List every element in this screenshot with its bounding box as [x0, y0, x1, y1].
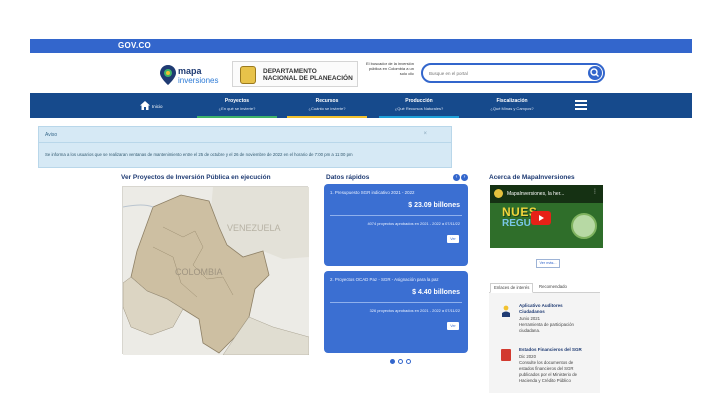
card-subtitle: 4074 proyectos aprobados en 2021 - 2022 …: [367, 221, 460, 226]
card-title: 2. Proyectos OCAD Paz - SGR - Asignación…: [330, 277, 439, 282]
brand-text-mapa: mapa: [178, 66, 202, 76]
datos-rapidos-title: Datos rápidos: [326, 174, 370, 181]
search-input[interactable]: [429, 68, 579, 79]
card-ver-button[interactable]: Ver: [447, 322, 459, 330]
map-label-venezuela: VENEZUELA: [227, 223, 281, 233]
carousel-prev-button[interactable]: ‹: [453, 174, 460, 181]
nav-underline: [287, 116, 367, 118]
carousel-dot-1[interactable]: [390, 359, 395, 364]
carousel-dot-3[interactable]: [406, 359, 411, 364]
nav-item-produccion[interactable]: Producción ¿Qué Recursos Naturales?: [379, 97, 459, 118]
hamburger-menu-icon[interactable]: [575, 100, 587, 110]
dnp-text-line1: DEPARTAMENTO: [263, 68, 317, 75]
carousel-next-button[interactable]: ›: [461, 174, 468, 181]
nav-subtitle: ¿Qué Minas y Campos?: [490, 106, 534, 111]
card-divider: [330, 215, 462, 216]
map-label-colombia: COLOMBIA: [175, 267, 223, 277]
card-divider: [330, 302, 462, 303]
brand-text-inversiones: inversiones: [178, 76, 219, 85]
main-nav: Inicio Proyectos ¿En qué se invierte? Re…: [30, 93, 692, 118]
card-ver-button[interactable]: Ver: [447, 235, 459, 243]
search-box: [421, 63, 605, 83]
gov-co-logo[interactable]: GOV.CO: [118, 41, 151, 50]
nav-item-recursos[interactable]: Recursos ¿Cuánto se invierte?: [287, 97, 367, 118]
projects-map[interactable]: VENEZUELA COLOMBIA: [122, 186, 310, 356]
tab-recomendado[interactable]: Recomendado: [536, 283, 570, 290]
card-title: 1. Presupuesto SGR indicativo 2021 - 202…: [330, 190, 415, 195]
link-title[interactable]: Estados Financieros del SGR: [519, 347, 582, 353]
card-value: $ 4.40 billones: [412, 289, 460, 296]
nav-underline: [197, 116, 277, 118]
coat-of-arms-icon: [240, 66, 256, 84]
alert-title: Aviso: [45, 132, 58, 138]
search-button[interactable]: [588, 66, 602, 80]
video-thumbnail-text-2: REGU: [502, 218, 531, 229]
link-desc: Hacienda y Crédito Público: [519, 378, 571, 383]
nav-subtitle: ¿En qué se invierte?: [218, 106, 256, 111]
link-desc: ciudadana.: [519, 328, 541, 333]
alert-divider: [39, 142, 451, 143]
home-icon: [140, 101, 150, 110]
nav-title: Producción: [405, 98, 433, 104]
nav-subtitle: ¿Qué Recursos Naturales?: [394, 106, 444, 111]
nav-title: Recursos: [315, 98, 339, 104]
nav-item-home[interactable]: Inicio: [140, 101, 180, 111]
pdf-icon: [501, 349, 511, 361]
maintenance-alert: Aviso × Se informa a los usuarios que se…: [38, 126, 452, 168]
links-tabs: Enlaces de interés Recomendado: [489, 281, 600, 293]
map-pin-icon: [160, 65, 176, 85]
search-icon: [590, 68, 599, 77]
nav-item-fiscalizacion[interactable]: Fiscalización ¿Qué Minas y Campos?: [472, 97, 552, 116]
nav-title: Proyectos: [224, 98, 250, 104]
datos-card: 2. Proyectos OCAD Paz - SGR - Asignación…: [324, 271, 468, 353]
video-title: MapaInversiones, la her...: [507, 191, 565, 197]
video-thumbnail-coin: [571, 213, 597, 239]
video-header: MapaInversiones, la her... ⋮: [490, 185, 603, 203]
nav-underline: [379, 116, 459, 118]
close-icon[interactable]: ×: [423, 131, 427, 137]
auditores-icon: [502, 305, 510, 317]
alert-body: Se informa a los usuarios que se realiza…: [45, 152, 353, 157]
link-title[interactable]: Ciudadanos: [519, 309, 545, 315]
ver-mas-button[interactable]: Ver más...: [536, 259, 560, 268]
card-value: $ 23.09 billones: [408, 202, 460, 209]
dnp-logo[interactable]: DEPARTAMENTO NACIONAL DE PLANEACIÓN: [232, 61, 358, 87]
play-icon: [539, 215, 544, 221]
mapainversiones-logo[interactable]: mapa inversiones: [158, 62, 218, 90]
datos-card: 1. Presupuesto SGR indicativo 2021 - 202…: [324, 184, 468, 266]
dnp-text-line2: NACIONAL DE PLANEACIÓN: [263, 75, 353, 82]
channel-avatar: [494, 189, 503, 198]
card-subtitle: 326 proyectos aprobados en 2021 - 2022 a…: [369, 308, 460, 313]
video-player[interactable]: MapaInversiones, la her... ⋮ NUES REGU: [490, 185, 603, 248]
buscador-tagline: El buscador de la inversión pública en C…: [365, 61, 414, 76]
links-panel: Aplicativo Auditores Ciudadanos Junio 20…: [489, 293, 600, 393]
nav-title: Fiscalización: [496, 98, 528, 104]
tab-enlaces-de-interes[interactable]: Enlaces de interés: [490, 283, 534, 293]
colombia-map-image: VENEZUELA COLOMBIA: [122, 187, 310, 356]
carousel-dot-2[interactable]: [398, 359, 403, 364]
nav-home-label: Inicio: [152, 104, 163, 109]
more-options-icon[interactable]: ⋮: [592, 188, 598, 195]
nav-item-proyectos[interactable]: Proyectos ¿En qué se invierte?: [197, 97, 277, 118]
play-button[interactable]: [531, 211, 551, 225]
nav-subtitle: ¿Cuánto se invierte?: [308, 106, 346, 111]
acerca-title: Acerca de MapaInversiones: [489, 174, 575, 181]
map-section-title: Ver Proyectos de Inversión Pública en ej…: [121, 174, 271, 181]
